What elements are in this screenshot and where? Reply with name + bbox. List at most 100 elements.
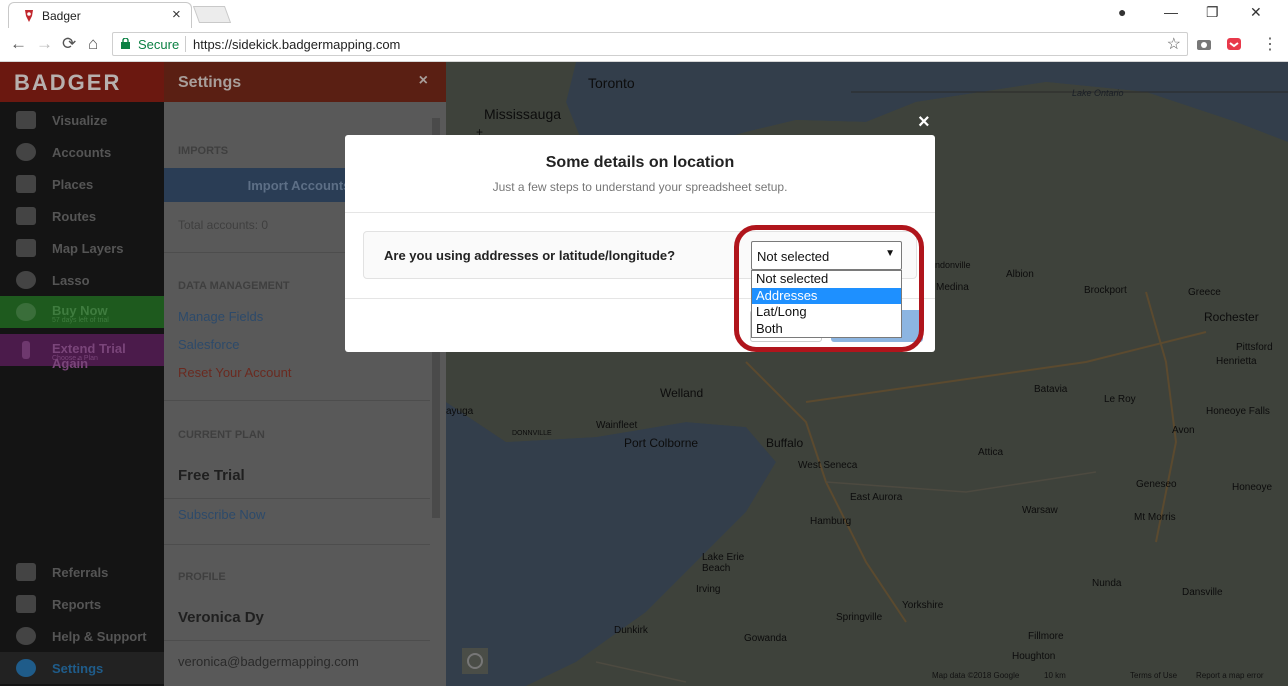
bookmark-star-icon[interactable]: ☆ <box>1167 34 1181 54</box>
map-label-avon: Avon <box>1172 425 1195 436</box>
camera-extension-icon[interactable] <box>1196 36 1212 52</box>
map-scale: 10 km <box>1044 671 1066 680</box>
map-label-wainfleet: Wainfleet <box>596 420 638 431</box>
forward-icon[interactable]: → <box>36 34 53 54</box>
maximize-button[interactable]: ❐ <box>1206 4 1219 21</box>
divider <box>164 640 430 641</box>
map-terms-link[interactable]: Terms of Use <box>1130 671 1177 680</box>
badger-favicon-icon <box>25 10 33 22</box>
divider <box>164 544 430 545</box>
map-label-welland: Welland <box>660 386 704 400</box>
map-icon <box>16 207 36 225</box>
map-label-honeoye-falls: Honeoye Falls <box>1206 406 1270 417</box>
salesforce-link[interactable]: Salesforce <box>178 337 239 352</box>
map-label-houghton: Houghton <box>1012 651 1056 662</box>
profile-label: PROFILE <box>178 571 226 583</box>
map-attribution: Map data ©2018 Google <box>932 671 1020 680</box>
sidebar-item-visualize[interactable]: Visualize <box>0 104 164 136</box>
gift-icon <box>16 563 36 581</box>
map-label-rochester: Rochester <box>1204 310 1259 324</box>
browser-tabbar: Badger × ● — ❐ ✕ <box>0 0 1288 28</box>
reset-account-link[interactable]: Reset Your Account <box>178 365 291 380</box>
settings-title: Settings <box>178 74 242 91</box>
map-label-buffalo: Buffalo <box>766 436 804 450</box>
map-label-donville: DONNVILLE <box>512 430 552 437</box>
sidebar-item-extend-trial[interactable]: Extend Trial Again Choose a Plan <box>0 334 164 371</box>
map-label-dansville: Dansville <box>1182 587 1223 598</box>
new-tab-button[interactable] <box>192 6 232 23</box>
address-bar[interactable]: Secure https://sidekick.badgermapping.co… <box>112 32 1188 56</box>
badger-logo[interactable]: BADGER <box>0 62 164 102</box>
sidebar-item-label: Settings <box>52 661 104 676</box>
sidebar-item-routes[interactable]: Routes <box>0 200 164 232</box>
sidebar-item-map-layers[interactable]: Map Layers <box>0 232 164 264</box>
back-icon[interactable]: ← <box>10 34 27 54</box>
browser-tab[interactable]: Badger × <box>8 2 192 28</box>
sidebar-item-help[interactable]: Help & Support <box>0 620 164 652</box>
map-label-west-seneca: West Seneca <box>798 460 858 471</box>
profile-icon[interactable]: ● <box>1118 4 1126 20</box>
help-icon <box>16 627 36 645</box>
divider <box>164 498 430 499</box>
sidebar: BADGER Visualize Accounts Places Routes … <box>0 62 164 686</box>
map-label-geneseo: Geneseo <box>1136 479 1177 490</box>
sidebar-item-label: Visualize <box>52 113 108 128</box>
map-label-hamburg: Hamburg <box>810 516 852 527</box>
sidebar-item-label: Referrals <box>52 565 109 580</box>
minimize-button[interactable]: — <box>1164 4 1178 20</box>
sidebar-item-label: Map Layers <box>52 241 124 256</box>
sidebar-item-reports[interactable]: Reports <box>0 588 164 620</box>
map-label-honeoye: Honeoye <box>1232 482 1273 493</box>
menu-icon[interactable]: ⋮ <box>1262 34 1278 54</box>
map-report-link[interactable]: Report a map error <box>1196 671 1264 680</box>
map-label-ayuga: ayuga <box>446 406 474 417</box>
map-label-henrietta: Henrietta <box>1216 356 1257 367</box>
map-label-mississauga: Mississauga <box>484 106 562 122</box>
window-close-button[interactable]: ✕ <box>1250 4 1262 21</box>
manage-fields-link[interactable]: Manage Fields <box>178 309 263 324</box>
sidebar-item-places[interactable]: Places <box>0 168 164 200</box>
map-label-medina: Medina <box>936 282 969 293</box>
modal-close-icon[interactable]: × <box>918 111 930 134</box>
question-text: Are you using addresses or latitude/long… <box>384 248 676 263</box>
data-management-label: DATA MANAGEMENT <box>178 280 290 292</box>
sidebar-item-label: Accounts <box>52 145 112 160</box>
map-label-springville: Springville <box>836 612 883 623</box>
map-label-fillmore: Fillmore <box>1028 631 1064 642</box>
pocket-extension-icon[interactable] <box>1226 36 1242 52</box>
map-label-irving: Irving <box>696 584 721 595</box>
layers-icon <box>16 239 36 257</box>
map-label-pittsford: Pittsford <box>1236 342 1273 353</box>
eye-icon <box>16 111 36 129</box>
sidebar-item-buy-now[interactable]: Buy Now 57 days left of trial <box>0 296 164 328</box>
secure-label: Secure <box>138 37 180 52</box>
reload-icon[interactable]: ⟳ <box>62 34 76 54</box>
map-label-yorkshire: Yorkshire <box>902 600 944 611</box>
map-label-lake-erie-beach: Lake Erie Beach <box>702 552 745 574</box>
lasso-icon <box>16 271 36 289</box>
map-label-attica: Attica <box>978 447 1004 458</box>
subscribe-now-link[interactable]: Subscribe Now <box>178 507 265 522</box>
map-label-mt-morris: Mt Morris <box>1134 512 1176 523</box>
sidebar-item-referrals[interactable]: Referrals <box>0 556 164 588</box>
sidebar-item-sublabel: 57 days left of trial <box>52 317 109 324</box>
home-icon[interactable]: ⌂ <box>88 34 98 54</box>
url-text[interactable]: https://sidekick.badgermapping.com <box>193 37 400 52</box>
sidebar-item-label: Routes <box>52 209 97 224</box>
sidebar-item-label: Buy Now <box>52 303 108 318</box>
divider <box>164 400 430 401</box>
sidebar-item-lasso[interactable]: Lasso <box>0 264 164 296</box>
map-label-dondville: ondonville <box>930 260 971 270</box>
map-label-batavia: Batavia <box>1034 384 1068 395</box>
settings-close-icon[interactable]: × <box>419 72 428 90</box>
total-accounts: Total accounts: 0 <box>178 218 269 232</box>
omnibox-separator <box>185 36 186 52</box>
locate-icon[interactable] <box>462 648 488 674</box>
plan-name: Free Trial <box>178 467 245 484</box>
map-label-albion: Albion <box>1006 269 1034 280</box>
sidebar-item-settings[interactable]: Settings <box>0 652 164 684</box>
sidebar-item-label: Reports <box>52 597 102 612</box>
sidebar-item-accounts[interactable]: Accounts <box>0 136 164 168</box>
tab-close-icon[interactable]: × <box>172 6 181 23</box>
sidebar-item-label: Lasso <box>52 273 90 288</box>
